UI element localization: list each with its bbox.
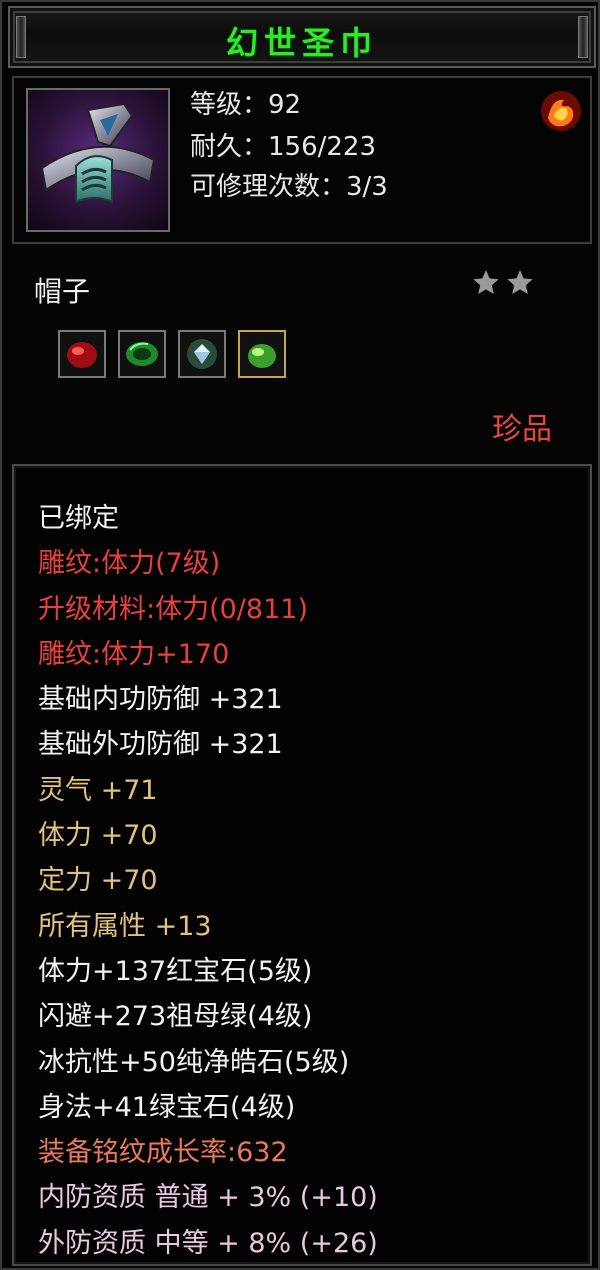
attributes-panel: 已绑定雕纹:体力(7级) 升级材料:体力(0/811) 雕纹:体力+170 基础内功防…	[12, 464, 592, 1266]
attribute-line: 体力+137红宝石(5级)	[38, 955, 313, 987]
star-icon	[473, 270, 499, 294]
attribute-line: 冰抗性+50纯净皓石(5级)	[38, 1046, 350, 1078]
headband-item-icon	[26, 88, 170, 232]
gem-socket[interactable]	[178, 330, 226, 378]
emerald-gem-icon	[126, 342, 158, 366]
star-icon	[507, 270, 533, 294]
gem-socket[interactable]	[238, 330, 286, 378]
green-gem-icon	[248, 344, 276, 368]
attribute-line: 装备铭纹成长率:632	[38, 1137, 288, 1169]
attribute-line: 雕纹:体力(7级)	[38, 548, 221, 580]
gem-socket[interactable]	[58, 330, 106, 378]
gem-socket[interactable]	[118, 330, 166, 378]
attribute-line: 基础外功防御 +321	[38, 729, 283, 761]
attribute-line: 所有属性 +13	[38, 910, 212, 942]
attribute-line: 雕纹:体力+170	[38, 638, 230, 670]
star-rating	[472, 268, 534, 296]
diamond-gem-icon	[187, 339, 217, 369]
item-repair-count: 可修理次数：3/3	[190, 172, 388, 202]
gem-sockets	[58, 330, 286, 378]
fire-emblem-icon	[538, 88, 584, 134]
item-durability: 耐久：156/223	[190, 132, 377, 162]
attribute-line: 灵气 +71	[38, 774, 158, 806]
attribute-line: 体力 +70	[38, 820, 158, 852]
attribute-line: 身法+41绿宝石(4级)	[38, 1091, 296, 1123]
attribute-line: 外防资质 中等 + 8% (+26)	[38, 1227, 378, 1259]
attribute-line: 已绑定	[38, 503, 119, 534]
item-header: 等级：92 耐久：156/223 可修理次数：3/3	[12, 76, 592, 244]
attribute-line: 内防资质 普通 + 3% (+10)	[38, 1182, 378, 1214]
attribute-line: 基础内功防御 +321	[38, 684, 283, 716]
item-level: 等级：92	[190, 90, 302, 120]
attribute-line: 升级材料:体力(0/811)	[38, 593, 308, 625]
ruby-gem-icon	[67, 342, 97, 368]
attribute-line: 定力 +70	[38, 865, 158, 897]
attribute-list: 已绑定雕纹:体力(7级) 升级材料:体力(0/811) 雕纹:体力+170 基础内功防…	[38, 496, 378, 1266]
rarity-label: 珍品	[492, 412, 552, 447]
title-bar: 幻世圣巾	[8, 6, 596, 68]
item-name: 幻世圣巾	[225, 24, 378, 62]
item-type: 帽子	[34, 275, 91, 308]
attribute-line: 闪避+273祖母绿(4级)	[38, 1001, 313, 1033]
item-tooltip: 幻世圣巾 等级：92 耐久：156/223 可修理次数：3/3 帽子 珍品 已绑…	[0, 0, 600, 1270]
